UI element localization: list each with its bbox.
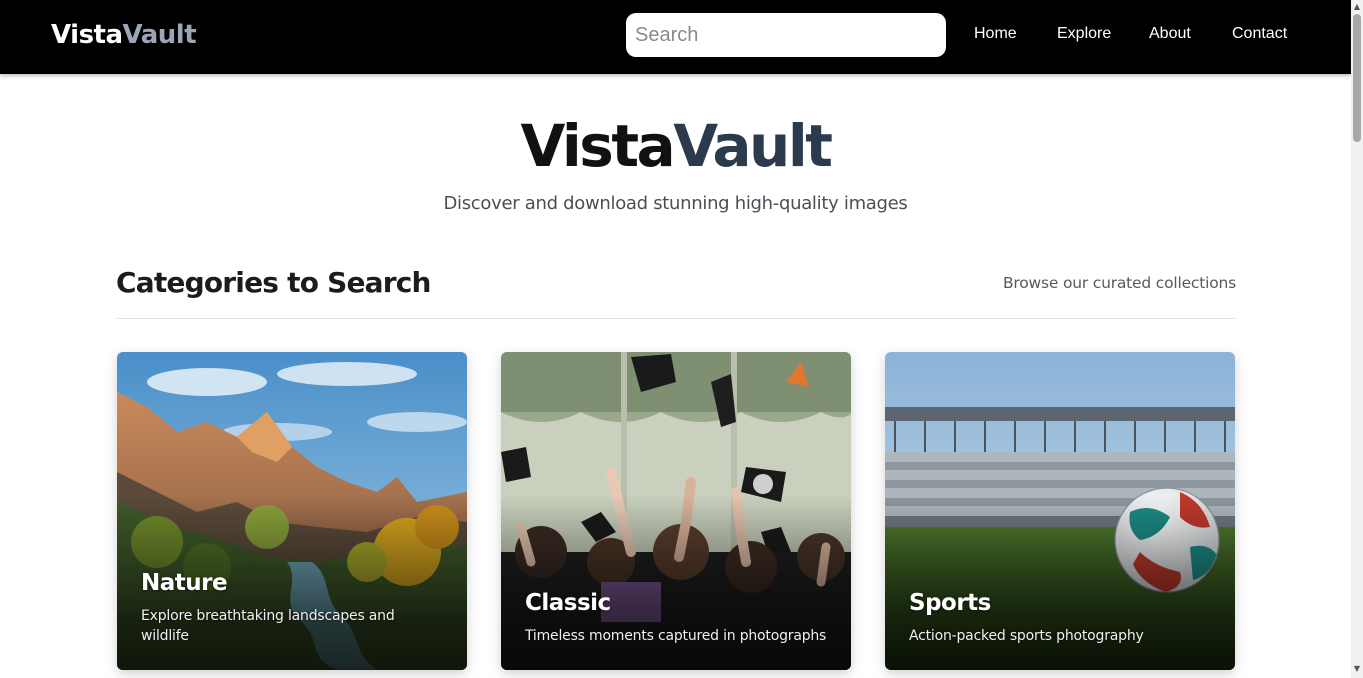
hero-title-part2: Vault (673, 112, 833, 180)
card-description: Action-packed sports photography (909, 628, 1144, 644)
nav-link-about[interactable]: About (1149, 25, 1191, 43)
brand-logo[interactable]: VistaVault (51, 20, 197, 50)
scroll-up-icon[interactable]: ▲ (1353, 2, 1361, 12)
hero-title-part1: Vista (520, 112, 676, 180)
section-subtitle: Browse our curated collections (1002, 274, 1236, 292)
hero-subtitle: Discover and download stunning high-qual… (443, 193, 908, 214)
sports-card-text: Sports Action-packed sports photography (909, 590, 1211, 646)
section-title: Categories to Search (116, 266, 431, 299)
hero-title: VistaVault (0, 112, 1351, 180)
nature-card-text: Nature Explore breathtaking landscapes a… (141, 570, 443, 646)
category-card-nature[interactable]: Nature Explore breathtaking landscapes a… (117, 352, 467, 670)
scroll-thumb[interactable] (1353, 14, 1361, 142)
page-scrollbar[interactable]: ▲ ▼ (1351, 0, 1363, 678)
card-title: Sports (909, 590, 991, 616)
scroll-down-icon[interactable]: ▼ (1353, 664, 1361, 674)
classic-card-text: Classic Timeless moments captured in pho… (525, 590, 827, 646)
brand-logo-part1: Vista (51, 20, 123, 50)
search-input[interactable] (626, 13, 946, 57)
brand-logo-part2: Vault (122, 20, 197, 50)
card-description: Timeless moments captured in photographs (525, 628, 827, 644)
category-card-sports[interactable]: Sports Action-packed sports photography (885, 352, 1235, 670)
card-title: Classic (525, 590, 611, 616)
nav-link-home[interactable]: Home (974, 25, 1017, 43)
category-card-classic[interactable]: Classic Timeless moments captured in pho… (501, 352, 851, 670)
card-description: Explore breathtaking landscapes and wild… (141, 608, 395, 644)
nav-link-contact[interactable]: Contact (1232, 25, 1287, 43)
top-navbar: VistaVault Home Explore About Contact (0, 0, 1351, 74)
section-divider (116, 318, 1236, 319)
card-title: Nature (141, 570, 228, 596)
nav-link-explore[interactable]: Explore (1057, 25, 1111, 43)
